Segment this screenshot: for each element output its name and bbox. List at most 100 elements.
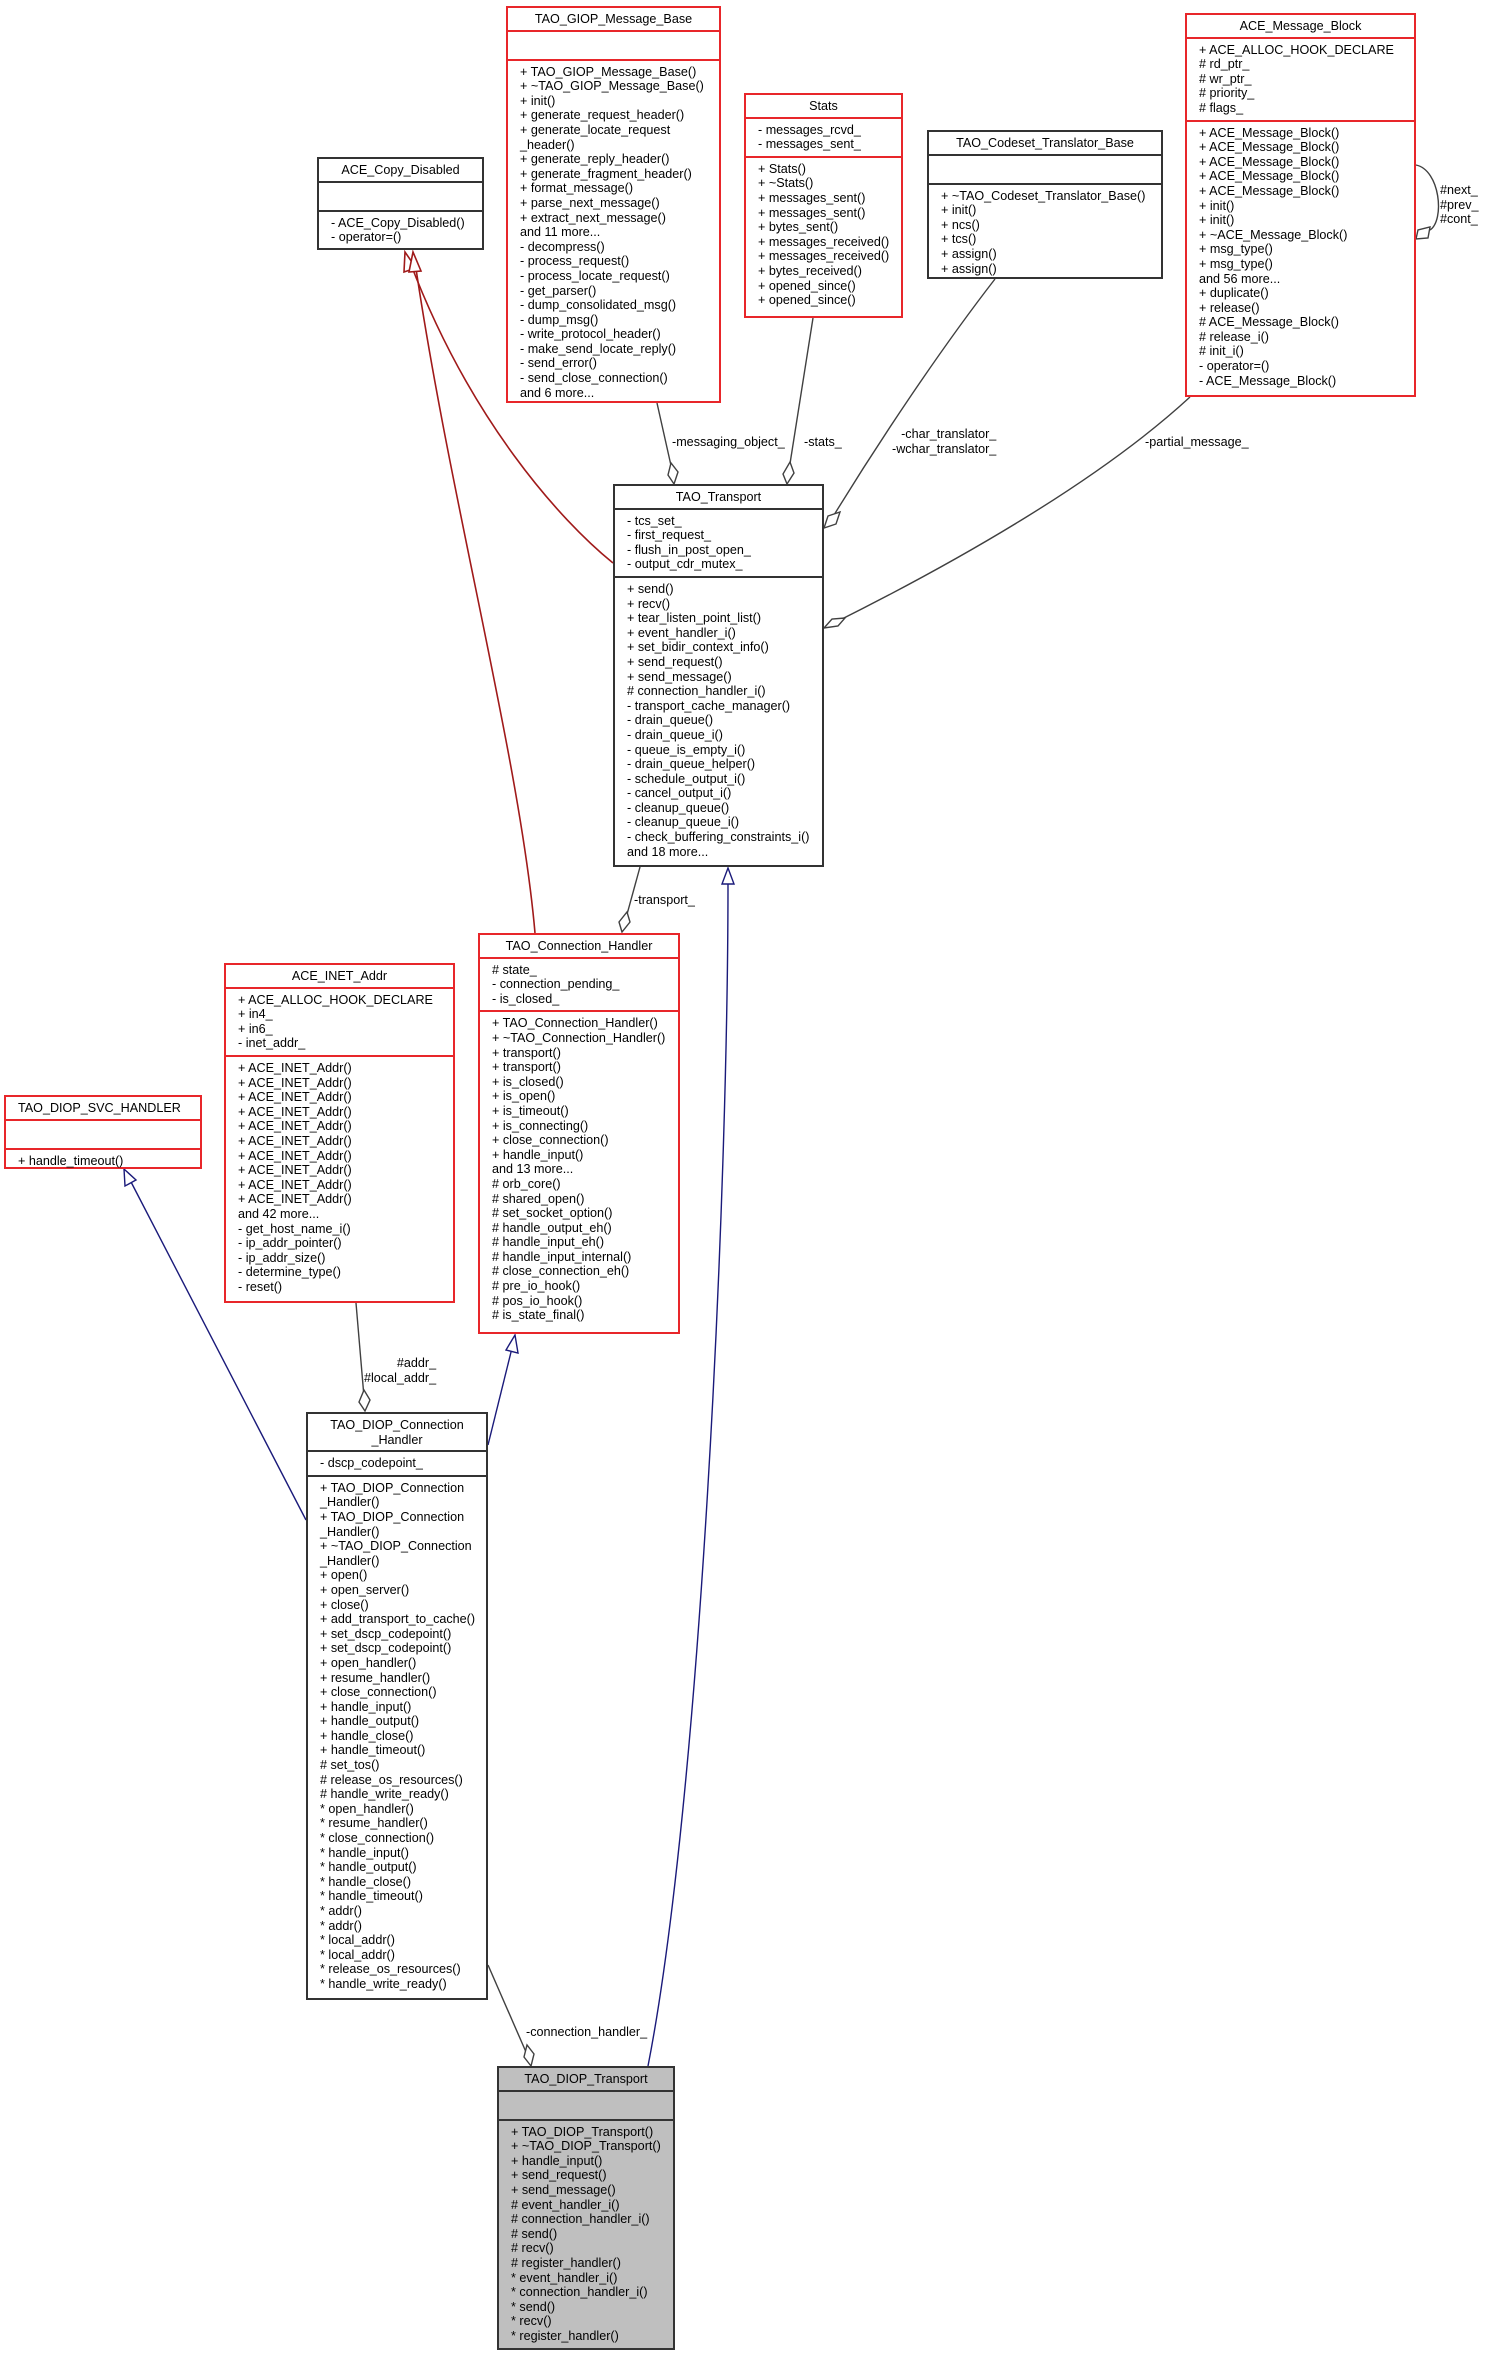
- class-box-tao-connection-handler[interactable]: TAO_Connection_Handler # state_ - connect…: [478, 933, 680, 1334]
- operation-row: + close_connection(): [492, 1133, 609, 1148]
- operation-row: - operator=(): [1199, 359, 1270, 374]
- aggregation-diamond-partial-message: [822, 617, 847, 629]
- attribute-row: - dscp_codepoint_: [320, 1456, 423, 1471]
- operation-row: + ACE_INET_Addr(): [238, 1090, 352, 1105]
- attribute-row: - flush_in_post_open_: [627, 542, 751, 557]
- operation-row: + handle_input(): [492, 1147, 584, 1162]
- operation-row: * local_addr(): [320, 1933, 395, 1948]
- class-box-ace-inet-addr[interactable]: ACE_INET_Addr + ACE_ALLOC_HOOK_DECLARE + …: [224, 963, 455, 1303]
- operation-row: + send_message(): [511, 2182, 616, 2197]
- attributes-section: [499, 2092, 673, 2121]
- operation-row: + ~TAO_Codeset_Translator_Base(): [941, 188, 1146, 203]
- operation-row: + init(): [1199, 198, 1235, 213]
- operation-row: + set_dscp_codepoint(): [320, 1641, 452, 1656]
- attribute-row: - first_request_: [627, 528, 711, 543]
- operation-row: - process_locate_request(): [520, 268, 670, 283]
- operation-row: + send_request(): [511, 2168, 607, 2183]
- operation-row: + TAO_DIOP_Connection: [320, 1509, 465, 1524]
- operation-row: - cancel_output_i(): [627, 786, 732, 801]
- edge-label-connection-handler: -connection_handler_: [526, 2025, 648, 2039]
- class-box-ace-copy-disabled[interactable]: ACE_Copy_Disabled - ACE_Copy_Disabled() -…: [317, 157, 484, 250]
- operation-row: and 18 more...: [627, 844, 709, 859]
- operation-row: - schedule_output_i(): [627, 771, 746, 786]
- aggregation-diamond-addr: [358, 1388, 371, 1413]
- operation-row: + is_connecting(): [492, 1118, 589, 1133]
- association-edge-messaging-object: [656, 402, 673, 471]
- operation-row: + ~TAO_GIOP_Message_Base(): [520, 79, 704, 94]
- operation-row: - get_host_name_i(): [238, 1221, 351, 1236]
- attribute-row: - is_closed_: [492, 991, 560, 1006]
- class-name: TAO_Codeset_Translator_Base: [929, 132, 1161, 156]
- class-name: TAO_DIOP_Transport: [499, 2068, 673, 2092]
- attribute-row: + in6_: [238, 1021, 273, 1036]
- operation-row: + send_request(): [627, 654, 723, 669]
- class-name: TAO_GIOP_Message_Base: [508, 8, 719, 32]
- operation-row: # handle_write_ready(): [320, 1787, 449, 1802]
- operation-row: - drain_queue(): [627, 713, 714, 728]
- class-box-tao-codeset-translator-base[interactable]: TAO_Codeset_Translator_Base + ~TAO_Codes…: [927, 130, 1163, 279]
- operation-row: + ~ACE_Message_Block(): [1199, 227, 1348, 242]
- operation-row: + handle_close(): [320, 1728, 414, 1743]
- operation-row: + tear_listen_point_list(): [627, 611, 762, 626]
- operation-row: - process_request(): [520, 254, 630, 269]
- operation-row: + ACE_Message_Block(): [1199, 140, 1340, 155]
- operation-row: # event_handler_i(): [511, 2197, 620, 2212]
- class-box-tao-diop-svc-handler[interactable]: TAO_DIOP_SVC_HANDLER + handle_timeout(): [4, 1095, 202, 1169]
- class-box-tao-diop-connection-handler[interactable]: TAO_DIOP_Connection _Handler - dscp_code…: [306, 1412, 488, 2000]
- operation-row: + init(): [941, 203, 977, 218]
- operation-row: # close_connection_eh(): [492, 1264, 630, 1279]
- operation-row: + parse_next_message(): [520, 195, 660, 210]
- operation-row: # connection_handler_i(): [627, 684, 766, 699]
- operation-row: + generate_fragment_header(): [520, 166, 692, 181]
- operation-row: + transport(): [492, 1045, 561, 1060]
- operation-row: + ACE_INET_Addr(): [238, 1133, 352, 1148]
- operation-row: + ncs(): [941, 217, 980, 232]
- attribute-row: - messages_rcvd_: [758, 122, 861, 137]
- edge-label-translators: -char_translator_ -wchar_translator_: [892, 427, 997, 456]
- operation-row: # init_i(): [1199, 344, 1244, 359]
- operation-row: + ACE_Message_Block(): [1199, 125, 1340, 140]
- operation-row: + ACE_INET_Addr(): [238, 1148, 352, 1163]
- operation-row: * connection_handler_i(): [511, 2285, 648, 2300]
- attribute-row: - inet_addr_: [238, 1036, 306, 1051]
- operation-row: + recv(): [627, 596, 671, 611]
- operation-row: * register_handler(): [511, 2328, 619, 2343]
- operations-section: + handle_timeout(): [6, 1150, 200, 1173]
- class-box-tao-giop-message-base[interactable]: TAO_GIOP_Message_Base + TAO_GIOP_Message…: [506, 6, 721, 403]
- class-box-stats[interactable]: Stats - messages_rcvd_ - messages_sent_ +…: [744, 93, 903, 318]
- operation-row: _header(): [520, 137, 575, 152]
- attribute-row: # rd_ptr_: [1199, 57, 1250, 72]
- operation-row: + bytes_received(): [758, 263, 862, 278]
- operation-row: # orb_core(): [492, 1176, 561, 1191]
- attribute-row: - output_cdr_mutex_: [627, 557, 743, 572]
- operation-row: + ACE_INET_Addr(): [238, 1177, 352, 1192]
- operation-row: + transport(): [492, 1060, 561, 1075]
- operation-row: + TAO_DIOP_Connection: [320, 1480, 465, 1495]
- operation-row: and 42 more...: [238, 1206, 320, 1221]
- class-box-tao-transport[interactable]: TAO_Transport - tcs_set_ - first_request_…: [613, 484, 824, 867]
- operation-row: + extract_next_message(): [520, 210, 666, 225]
- operation-row: # handle_output_eh(): [492, 1220, 612, 1235]
- operation-row: # is_state_final(): [492, 1308, 585, 1323]
- operation-row: - make_send_locate_reply(): [520, 341, 677, 356]
- operation-row: * handle_write_ready(): [320, 1976, 447, 1991]
- operation-row: # ACE_Message_Block(): [1199, 315, 1339, 330]
- operation-row: - ip_addr_size(): [238, 1250, 326, 1265]
- operation-row: # recv(): [511, 2241, 554, 2256]
- operation-row: + open(): [320, 1568, 368, 1583]
- class-name: ACE_Message_Block: [1187, 15, 1414, 39]
- operation-row: and 56 more...: [1199, 271, 1281, 286]
- operation-row: + msg_type(): [1199, 256, 1273, 271]
- class-box-tao-diop-transport[interactable]: TAO_DIOP_Transport + TAO_DIOP_Transport(…: [497, 2066, 675, 2350]
- operation-row: + ACE_INET_Addr(): [238, 1104, 352, 1119]
- inheritance-arrowhead-diop-transport-transport: [720, 866, 736, 885]
- class-box-ace-message-block[interactable]: ACE_Message_Block + ACE_ALLOC_HOOK_DECLA…: [1185, 13, 1416, 397]
- operation-row: - decompress(): [520, 239, 605, 254]
- operation-row: # handle_input_internal(): [492, 1249, 632, 1264]
- operation-row: # release_i(): [1199, 329, 1269, 344]
- association-edge-connection-handler: [487, 1964, 527, 2053]
- operation-row: and 11 more...: [520, 225, 601, 240]
- operation-row: + send(): [627, 581, 674, 596]
- operation-row: + close(): [320, 1597, 369, 1612]
- inheritance-arrowhead-connhandler-copy-disabled: [408, 249, 423, 273]
